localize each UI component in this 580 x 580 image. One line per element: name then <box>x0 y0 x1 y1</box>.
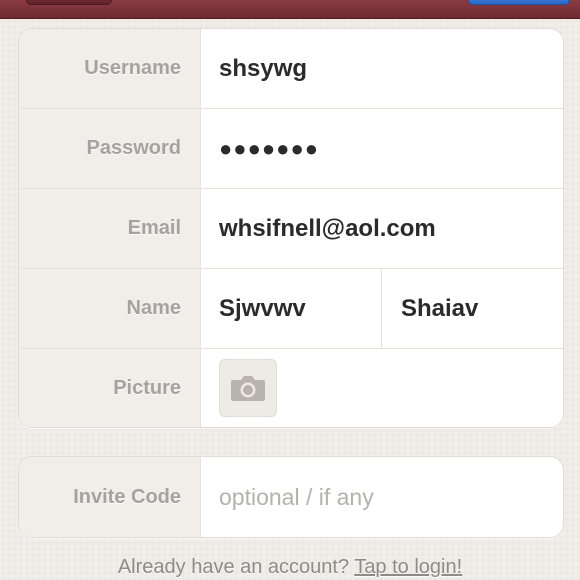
username-row: Username shsywg <box>19 29 563 109</box>
password-row: Password ●●●●●●● <box>19 109 563 189</box>
login-prompt-text: Already have an account? <box>117 556 350 578</box>
password-field[interactable]: ●●●●●●● <box>201 109 563 188</box>
invite-code-row: Invite Code optional / if any <box>19 457 563 537</box>
primary-action-button[interactable] <box>468 0 570 5</box>
add-photo-button[interactable] <box>219 359 277 417</box>
login-prompt: Already have an account? Tap to login! <box>0 556 580 579</box>
last-name-field[interactable]: Shaiav <box>383 269 563 348</box>
picture-field <box>201 349 563 427</box>
email-label: Email <box>19 189 201 268</box>
username-label: Username <box>19 29 201 108</box>
username-field[interactable]: shsywg <box>201 29 563 108</box>
picture-label: Picture <box>19 349 201 427</box>
email-row: Email whsifnell@aol.com <box>19 189 563 269</box>
picture-row: Picture <box>19 349 563 427</box>
email-field[interactable]: whsifnell@aol.com <box>201 189 563 268</box>
password-label: Password <box>19 109 201 188</box>
name-row: Name Sjwvwv Shaiav <box>19 269 563 349</box>
camera-icon <box>231 376 265 401</box>
name-label: Name <box>19 269 201 348</box>
invite-card: Invite Code optional / if any <box>18 456 564 538</box>
navigation-bar <box>0 0 580 19</box>
invite-code-field[interactable]: optional / if any <box>201 457 563 537</box>
invite-code-placeholder: optional / if any <box>219 483 374 510</box>
back-button[interactable] <box>26 0 112 5</box>
signup-form: Username shsywg Password ●●●●●●● Email w… <box>18 28 564 428</box>
login-link[interactable]: Tap to login! <box>354 556 462 578</box>
invite-code-label: Invite Code <box>19 457 201 537</box>
first-name-field[interactable]: Sjwvwv <box>201 269 382 348</box>
